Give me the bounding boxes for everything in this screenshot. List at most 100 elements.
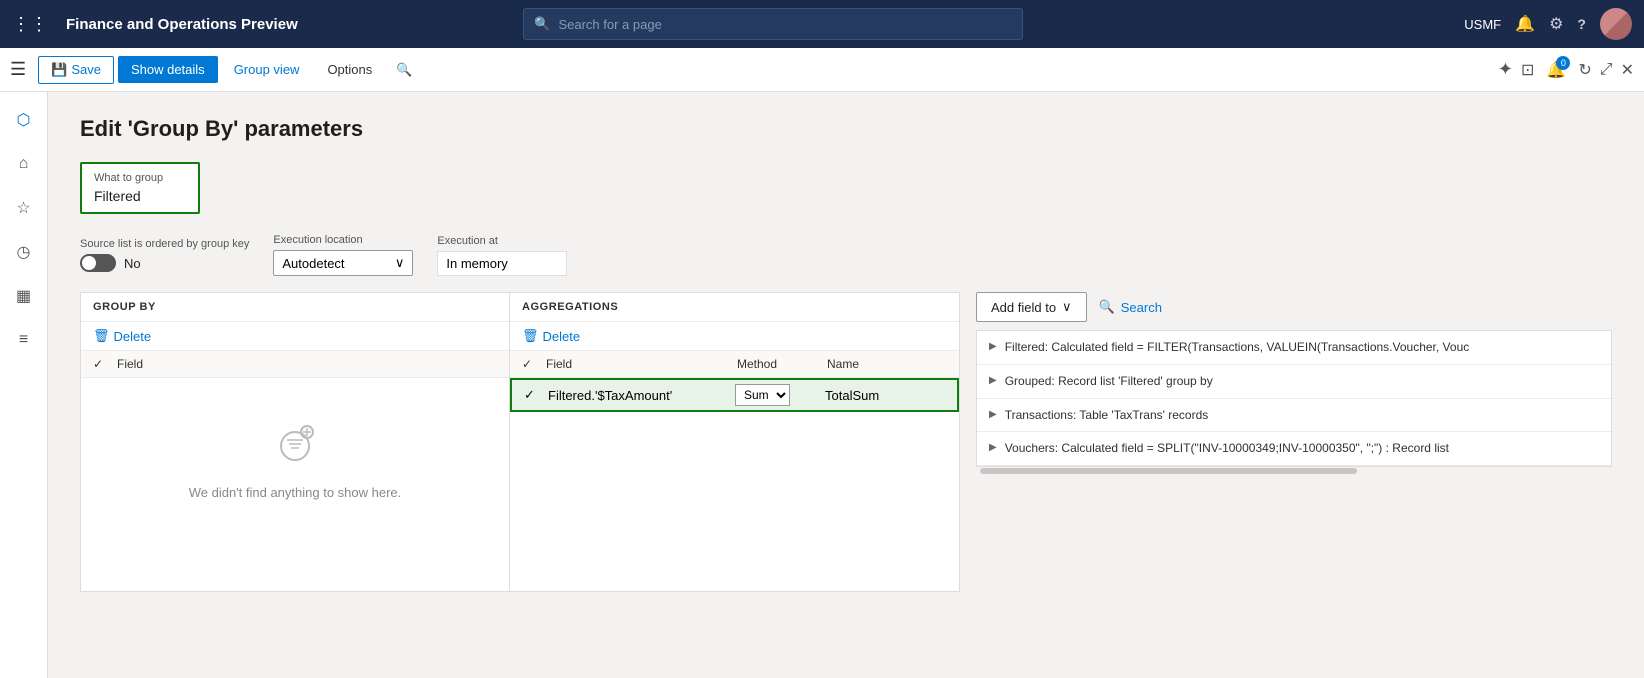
global-search-bar[interactable]: 🔍 [523,8,1023,40]
sidebar-workspaces-icon[interactable]: ▦ [4,276,44,316]
delete-icon: 🗑 [93,328,110,344]
right-top-row: Add field to ∨ 🔍 Search [976,292,1612,322]
toolbar-search-icon[interactable]: 🔍 [396,62,412,78]
page-toolbar: ☰ 💾 Save Show details Group view Options… [0,48,1644,92]
hamburger-icon[interactable]: ☰ [10,59,26,80]
what-to-group-value: Filtered [94,188,186,204]
sidebar-home-icon[interactable]: ⌂ [4,144,44,184]
what-to-group-label: What to group [94,172,186,184]
ds-text-0: Filtered: Calculated field = FILTER(Tran… [1005,339,1599,356]
agg-col-header: ✓ Field Method Name [510,351,959,378]
source-list-label: Source list is ordered by group key [80,238,249,250]
global-search-input[interactable] [558,17,1012,32]
field-col-header: Field [117,357,497,371]
group-by-delete-button[interactable]: 🗑 Delete [93,328,151,344]
save-icon: 💾 [51,62,67,78]
agg-row-field[interactable]: Filtered.'$TaxAmount' [548,388,735,403]
show-details-button[interactable]: Show details [118,56,218,83]
sidebar-modules-icon[interactable]: ≡ [4,320,44,360]
ds-arrow-0: ▶ [989,339,997,352]
app-title: Finance and Operations Preview [66,16,298,33]
settings-icon[interactable]: ⚙ [1549,14,1563,34]
search-icon: 🔍 [534,16,550,32]
split-view-icon[interactable]: ⊡ [1521,60,1534,80]
left-sidebar: ⬡ ⌂ ☆ ◷ ▦ ≡ [0,92,48,678]
ds-item-1[interactable]: ▶ Grouped: Record list 'Filtered' group … [977,365,1611,399]
refresh-icon[interactable]: ↻ [1578,60,1591,80]
source-list-control: Source list is ordered by group key No [80,238,249,272]
agg-method-col-header: Method [737,357,827,371]
group-by-empty-state: We didn't find anything to show here. [81,378,509,540]
user-avatar[interactable] [1600,8,1632,40]
what-to-group-box[interactable]: What to group Filtered [80,162,200,214]
notifications-icon[interactable]: 🔔 [1515,14,1535,34]
personalize-icon[interactable]: ✦ [1498,59,1513,80]
check-col-header: ✓ [93,357,117,371]
aggregation-row: ✓ Filtered.'$TaxAmount' Sum TotalSum [510,378,959,412]
empty-message: We didn't find anything to show here. [189,485,402,500]
sidebar-recent-icon[interactable]: ◷ [4,232,44,272]
execution-location-label: Execution location [273,234,413,246]
add-field-label: Add field to [991,300,1056,315]
horizontal-scrollbar[interactable] [980,468,1357,474]
search-button[interactable]: 🔍 Search [1099,299,1162,315]
execution-location-value: Autodetect [282,256,344,271]
right-panel: Add field to ∨ 🔍 Search ▶ Filtered: Calc… [976,292,1612,592]
agg-row-check[interactable]: ✓ [524,387,548,403]
data-source-list: ▶ Filtered: Calculated field = FILTER(Tr… [976,330,1612,467]
close-icon[interactable]: ✕ [1621,60,1634,80]
empty-icon [271,418,319,475]
execution-at-value: In memory [437,251,567,276]
ds-text-2: Transactions: Table 'TaxTrans' records [1005,407,1599,424]
agg-name-col-header: Name [827,357,947,371]
add-field-chevron-icon: ∨ [1062,299,1072,315]
group-view-button[interactable]: Group view [222,57,312,82]
ds-arrow-2: ▶ [989,407,997,420]
scrollbar-row [976,467,1612,475]
agg-check-col-header: ✓ [522,357,546,371]
ds-item-3[interactable]: ▶ Vouchers: Calculated field = SPLIT("IN… [977,432,1611,466]
save-button[interactable]: 💾 Save [38,56,114,84]
options-button[interactable]: Options [315,57,384,82]
ds-item-0[interactable]: ▶ Filtered: Calculated field = FILTER(Tr… [977,331,1611,365]
ds-text-3: Vouchers: Calculated field = SPLIT("INV-… [1005,440,1599,457]
toolbar-right-actions: ✦ ⊡ 🔔 0 ↻ ⤢ ✕ [1498,56,1634,84]
ds-item-2[interactable]: ▶ Transactions: Table 'TaxTrans' records [977,399,1611,433]
right-search-icon: 🔍 [1099,299,1115,315]
group-by-panel: GROUP BY 🗑 Delete ✓ Field [80,292,510,592]
ds-text-1: Grouped: Record list 'Filtered' group by [1005,373,1599,390]
agg-row-name[interactable]: TotalSum [825,388,945,403]
agg-method-select[interactable]: Sum [735,384,790,406]
aggregations-delete-button[interactable]: 🗑 Delete [522,328,580,344]
group-by-header: GROUP BY [81,293,509,322]
app-grid-icon[interactable]: ⋮⋮ [12,14,48,35]
add-field-to-button[interactable]: Add field to ∨ [976,292,1087,322]
aggregations-header: AGGREGATIONS [510,293,959,322]
execution-location-control: Execution location Autodetect ∨ [273,234,413,276]
aggregations-panel: AGGREGATIONS 🗑 Delete ✓ Field Method Nam… [510,292,960,592]
notifications-badge-btn[interactable]: 🔔 0 [1542,56,1570,84]
expand-icon[interactable]: ⤢ [1600,61,1613,79]
group-by-col-header: ✓ Field [81,351,509,378]
sidebar-filter-icon[interactable]: ⬡ [4,100,44,140]
ds-arrow-3: ▶ [989,440,997,453]
controls-row: Source list is ordered by group key No E… [80,234,1612,276]
group-by-toolbar: 🗑 Delete [81,322,509,351]
sidebar-favorites-icon[interactable]: ☆ [4,188,44,228]
agg-row-method: Sum [735,384,825,406]
source-list-toggle[interactable] [80,254,116,272]
help-icon[interactable]: ? [1577,16,1586,32]
toggle-row: No [80,254,249,272]
ds-arrow-1: ▶ [989,373,997,386]
page-title: Edit 'Group By' parameters [80,116,1612,142]
notification-count: 0 [1556,56,1570,70]
toggle-value: No [124,256,141,271]
aggregations-toolbar: 🗑 Delete [510,322,959,351]
top-nav-right: USMF 🔔 ⚙ ? [1464,8,1632,40]
agg-delete-icon: 🗑 [522,328,539,344]
main-content: Edit 'Group By' parameters What to group… [48,92,1644,678]
org-label: USMF [1464,17,1501,32]
execution-location-select[interactable]: Autodetect ∨ [273,250,413,276]
agg-field-col-header: Field [546,357,737,371]
chevron-down-icon: ∨ [395,255,405,271]
